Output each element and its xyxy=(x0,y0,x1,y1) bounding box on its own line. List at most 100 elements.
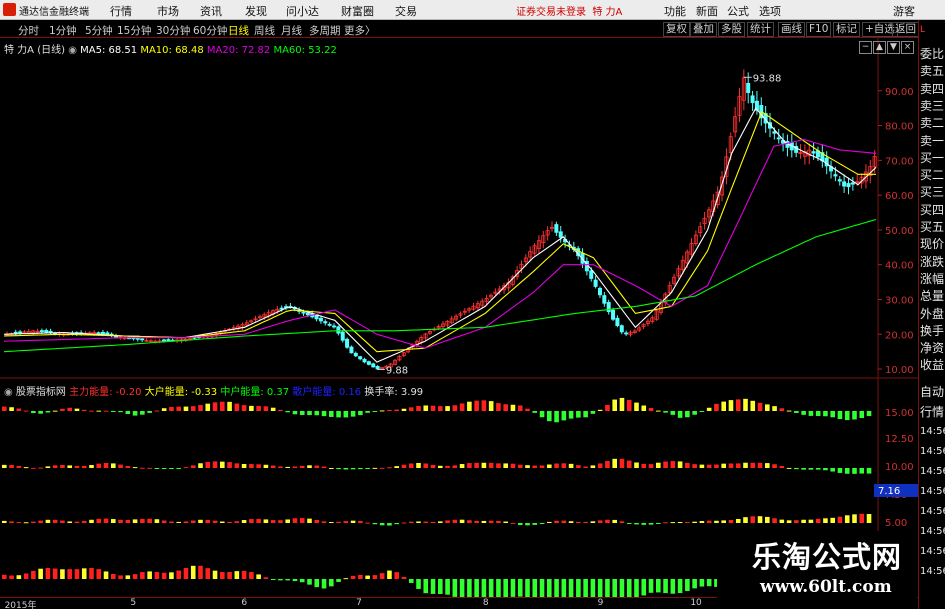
close-icon[interactable]: × xyxy=(901,41,914,54)
indicator-bar xyxy=(685,411,690,418)
indicator-bar xyxy=(67,465,72,468)
side-label: 卖五 xyxy=(920,64,945,79)
main-force-value: 主力能量: -0.20 xyxy=(69,387,142,398)
indicator-bar xyxy=(401,408,407,411)
ma20-value: MA20: 72.82 xyxy=(206,45,271,56)
settings-icon[interactable]: ◉ xyxy=(4,387,13,398)
indicator-bar xyxy=(583,411,588,418)
indicator-bar xyxy=(779,408,785,411)
indicator-bar xyxy=(132,467,138,469)
indicator-bar xyxy=(394,409,399,411)
indicator-bar xyxy=(554,579,559,597)
indicator-bar xyxy=(612,519,617,523)
indicator-bar xyxy=(525,465,530,468)
y-tick-label: 80.00 xyxy=(885,122,914,133)
indicator-bar xyxy=(125,466,131,468)
indicator-bar xyxy=(118,575,123,579)
chart-area[interactable]: 90.00 80.00 70.00 60.00 50.00 40.00 30.00 20.00… xyxy=(0,0,918,597)
indicator-bar xyxy=(2,406,7,411)
indicator-bar xyxy=(568,521,574,523)
candle-body xyxy=(558,231,563,238)
indicator-bar xyxy=(60,464,65,468)
indicator-bar xyxy=(779,519,785,523)
indicator-bar xyxy=(161,408,167,411)
indicator-bar xyxy=(205,519,211,523)
indicator-bar xyxy=(408,407,414,411)
indicator-bar xyxy=(292,411,298,415)
candle-body xyxy=(776,137,781,140)
indicator-bar xyxy=(459,579,465,597)
indicator-bar xyxy=(118,411,123,413)
indicator-bar xyxy=(190,520,196,523)
candle-body xyxy=(593,279,598,287)
indicator-bar xyxy=(401,576,407,579)
indicator-bar xyxy=(459,519,465,523)
candle-body xyxy=(597,287,602,296)
candle-body xyxy=(606,302,611,313)
side-time-label[interactable]: 自动 xyxy=(920,384,945,400)
indicator-bar xyxy=(852,468,857,474)
indicator-bar xyxy=(394,572,399,579)
candle-body xyxy=(589,270,594,279)
indicator-bar xyxy=(256,405,261,411)
indicator-bar xyxy=(626,523,632,524)
indicator-bar xyxy=(474,579,479,597)
turnover-value: 换手率: 3.99 xyxy=(364,387,424,398)
indicator-bar xyxy=(299,411,305,415)
indicator-bar xyxy=(452,405,458,411)
indicator-bar xyxy=(169,406,174,411)
indicator-bar xyxy=(140,572,145,579)
indicator-bar xyxy=(343,411,349,418)
indicator-bar xyxy=(430,405,436,411)
indicator-bar xyxy=(568,411,574,419)
side-time-label[interactable]: 行情 xyxy=(920,404,945,420)
indicator-bar xyxy=(532,411,538,413)
indicator-bar xyxy=(481,400,487,411)
indicator-bar xyxy=(205,568,211,579)
indicator-bar xyxy=(481,579,487,597)
indicator-bar xyxy=(597,409,603,411)
indicator-bar xyxy=(568,463,574,468)
settings-icon[interactable]: ◉ xyxy=(68,45,77,56)
indicator-bar xyxy=(677,579,683,594)
down-arrow-icon[interactable]: ▼ xyxy=(887,41,900,54)
indicator-bar xyxy=(626,579,632,597)
indicator-bar xyxy=(706,520,712,523)
indicator-bar xyxy=(547,521,552,523)
indicator-bar xyxy=(619,397,625,411)
indicator-bar xyxy=(539,579,545,597)
indicator-bar xyxy=(496,520,501,523)
indicator-bar xyxy=(314,519,320,523)
indicator-bar xyxy=(481,462,487,468)
indicator-bar xyxy=(641,405,647,411)
indicator-bar xyxy=(735,399,741,411)
indicator-bar xyxy=(692,464,697,468)
indicator-bar xyxy=(372,467,378,469)
indicator-bar xyxy=(692,579,697,589)
indicator-bar xyxy=(147,571,152,579)
indicator-bar xyxy=(547,411,552,422)
indicator-bar xyxy=(423,405,429,411)
indicator-bar xyxy=(23,410,29,412)
indicator-bar xyxy=(401,464,407,468)
indicator-bar xyxy=(358,468,363,470)
indicator-bar xyxy=(670,522,676,524)
side-label: 卖四 xyxy=(920,81,945,96)
indicator-bar xyxy=(198,519,203,523)
indicator-bar xyxy=(81,409,87,411)
up-arrow-icon[interactable]: ▲ xyxy=(873,41,886,54)
indicator-bar xyxy=(612,458,617,468)
indicator-bar xyxy=(510,522,516,524)
candle-body xyxy=(96,332,101,335)
indicator-bar xyxy=(9,521,14,523)
indicator-bar xyxy=(299,518,305,523)
indicator-bars-2 xyxy=(2,458,872,474)
indicator-bar xyxy=(67,521,72,523)
indicator-bar xyxy=(358,411,363,416)
indicator-bar xyxy=(401,522,407,524)
minimize-icon[interactable]: − xyxy=(859,41,872,54)
indicator-bar xyxy=(721,520,726,523)
candle-body xyxy=(314,314,319,320)
side-time-label: 14:56 xyxy=(920,446,945,457)
indicator-bar xyxy=(147,518,152,523)
